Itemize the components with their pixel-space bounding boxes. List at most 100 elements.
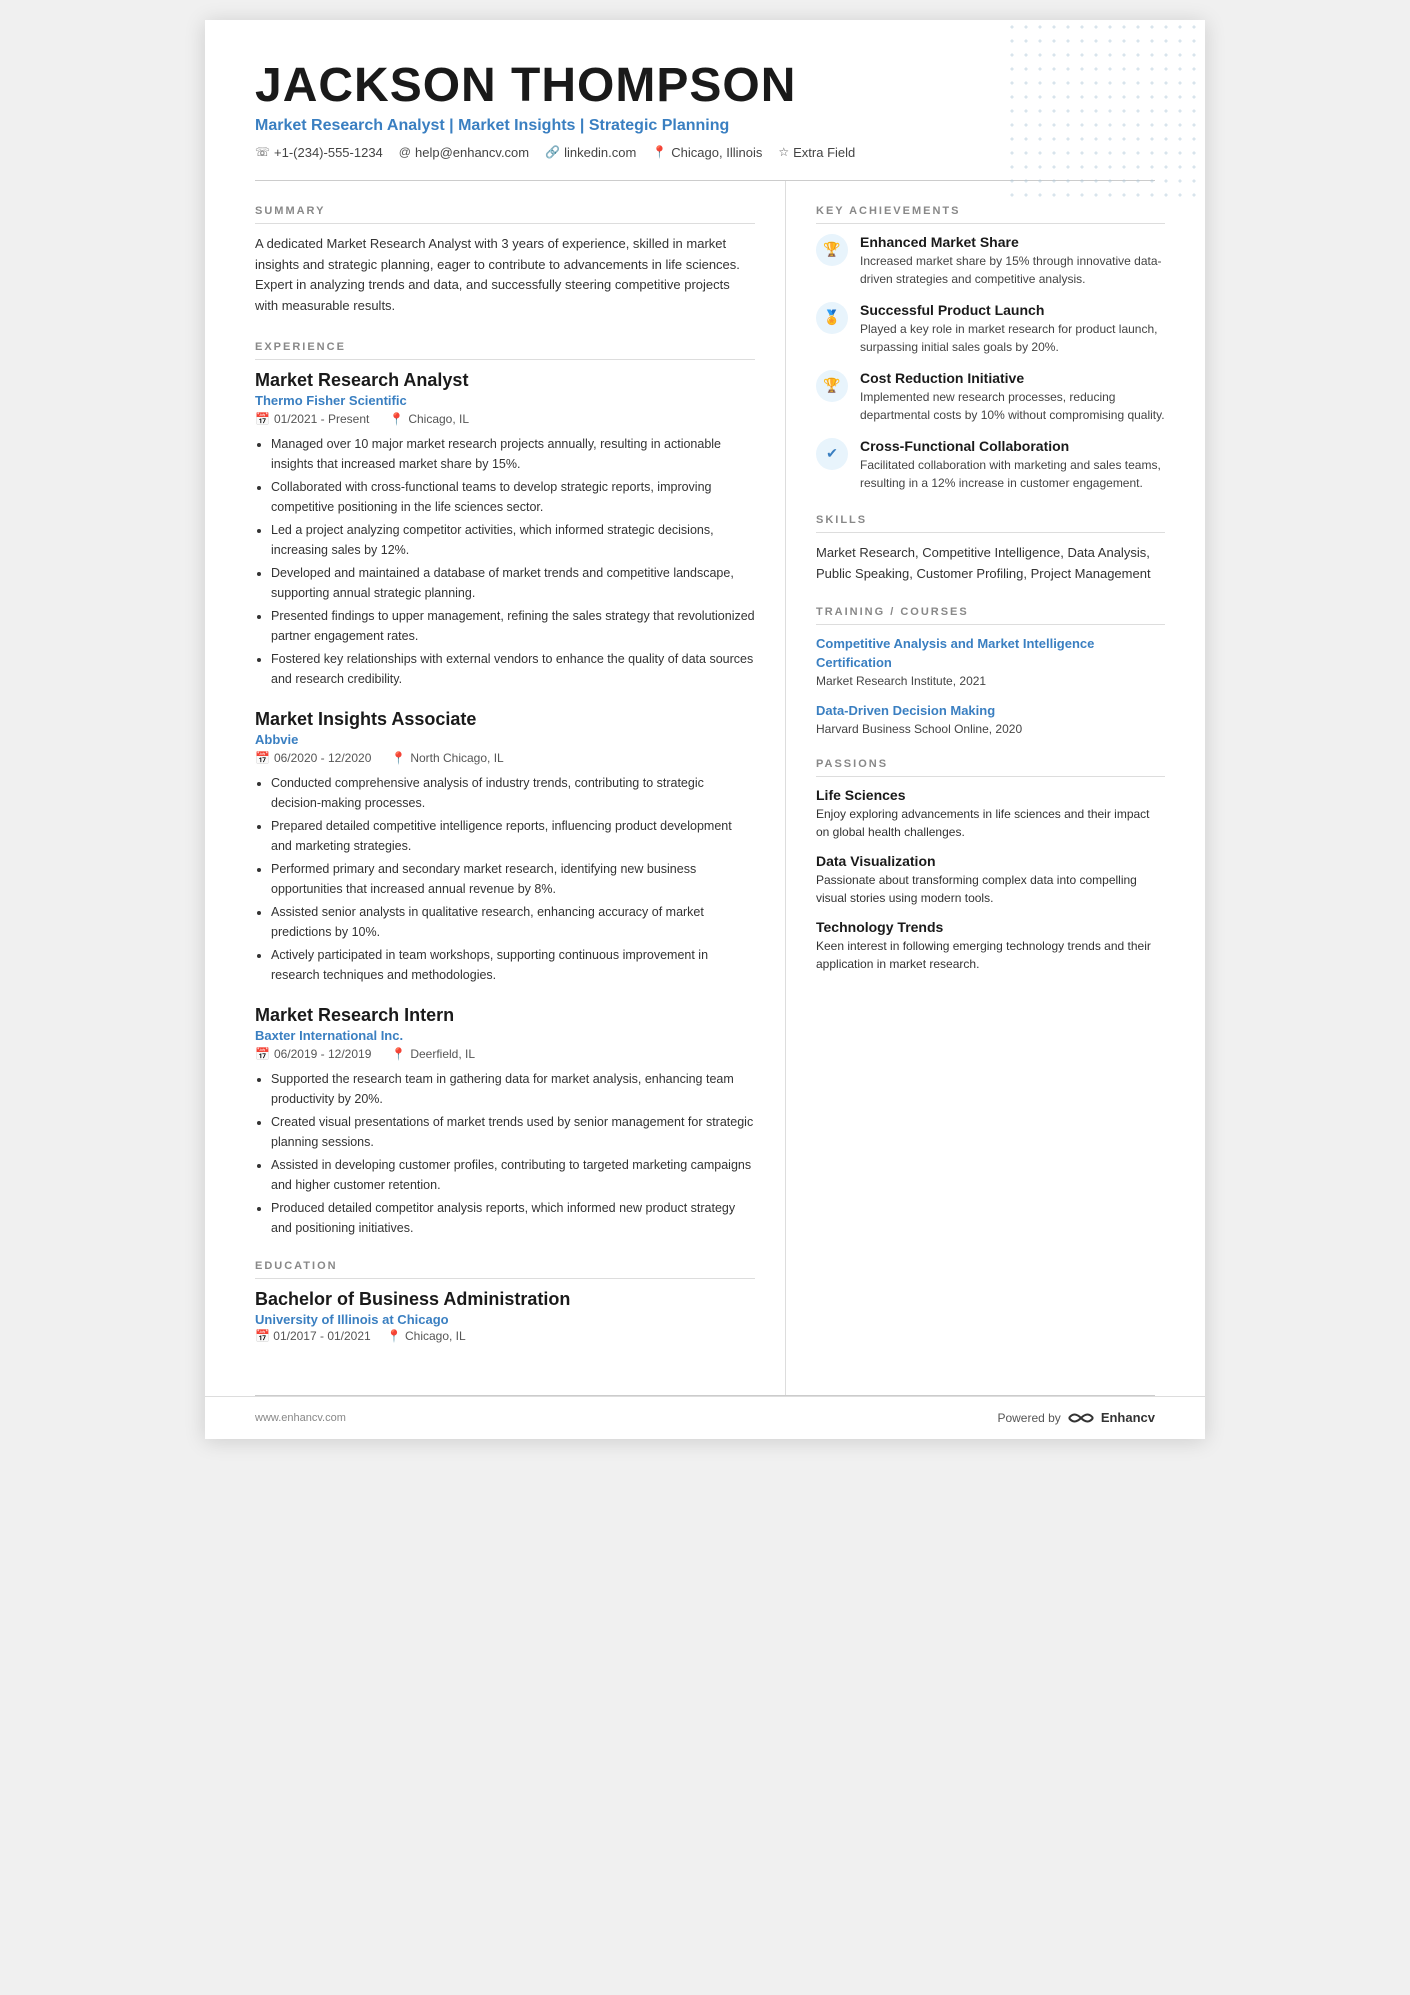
bullet-item: Conducted comprehensive analysis of indu… xyxy=(271,773,755,813)
bullet-item: Fostered key relationships with external… xyxy=(271,649,755,689)
job-location-3: 📍 Deerfield, IL xyxy=(391,1047,475,1061)
passions-label: PASSIONS xyxy=(816,758,1165,777)
contact-extra: ☆ Extra Field xyxy=(778,145,855,160)
edu-school: University of Illinois at Chicago xyxy=(255,1312,755,1327)
achievement-title-1: Enhanced Market Share xyxy=(860,234,1165,250)
bullet-item: Collaborated with cross-functional teams… xyxy=(271,477,755,517)
bullet-item: Performed primary and secondary market r… xyxy=(271,859,755,899)
bullet-item: Produced detailed competitor analysis re… xyxy=(271,1198,755,1238)
footer: www.enhancv.com Powered by Enhancv xyxy=(205,1396,1205,1439)
skills-label: SKILLS xyxy=(816,514,1165,533)
edu-date: 📅 01/2017 - 01/2021 xyxy=(255,1329,371,1343)
job-company-3: Baxter International Inc. xyxy=(255,1028,755,1043)
job-bullets-3: Supported the research team in gathering… xyxy=(255,1069,755,1238)
job-location-1: 📍 Chicago, IL xyxy=(389,412,469,426)
experience-label: EXPERIENCE xyxy=(255,341,755,360)
job-title-1: Market Research Analyst xyxy=(255,370,755,391)
skills-text: Market Research, Competitive Intelligenc… xyxy=(816,543,1165,585)
star-icon: ☆ xyxy=(778,145,789,159)
achievement-item-4: ✔ Cross-Functional Collaboration Facilit… xyxy=(816,438,1165,492)
location-icon-edu: 📍 xyxy=(387,1329,405,1343)
achievement-content-2: Successful Product Launch Played a key r… xyxy=(860,302,1165,356)
left-column: SUMMARY A dedicated Market Research Anal… xyxy=(205,181,785,1395)
job-bullets-1: Managed over 10 major market research pr… xyxy=(255,434,755,689)
training-sub-2: Harvard Business School Online, 2020 xyxy=(816,722,1165,736)
achievement-content-3: Cost Reduction Initiative Implemented ne… xyxy=(860,370,1165,424)
achievement-content-1: Enhanced Market Share Increased market s… xyxy=(860,234,1165,288)
job-company-1: Thermo Fisher Scientific xyxy=(255,393,755,408)
bullet-item: Prepared detailed competitive intelligen… xyxy=(271,816,755,856)
achievement-title-2: Successful Product Launch xyxy=(860,302,1165,318)
candidate-subtitle: Market Research Analyst | Market Insight… xyxy=(255,117,1155,135)
calendar-icon-3: 📅 xyxy=(255,1047,270,1061)
job-entry-1: Market Research Analyst Thermo Fisher Sc… xyxy=(255,370,755,689)
training-title-2: Data-Driven Decision Making xyxy=(816,702,1165,720)
calendar-icon-edu: 📅 xyxy=(255,1329,273,1343)
summary-label: SUMMARY xyxy=(255,205,755,224)
training-label: TRAINING / COURSES xyxy=(816,606,1165,625)
achievement-desc-4: Facilitated collaboration with marketing… xyxy=(860,456,1165,492)
passion-desc-1: Enjoy exploring advancements in life sci… xyxy=(816,805,1165,841)
summary-text: A dedicated Market Research Analyst with… xyxy=(255,234,755,317)
training-sub-1: Market Research Institute, 2021 xyxy=(816,674,1165,688)
resume-document: JACKSON THOMPSON Market Research Analyst… xyxy=(205,20,1205,1439)
job-company-2: Abbvie xyxy=(255,732,755,747)
edu-meta: 📅 01/2017 - 01/2021 📍 Chicago, IL xyxy=(255,1329,755,1343)
education-section: EDUCATION Bachelor of Business Administr… xyxy=(255,1260,755,1343)
calendar-icon-2: 📅 xyxy=(255,751,270,765)
job-title-2: Market Insights Associate xyxy=(255,709,755,730)
job-date-2: 📅 06/2020 - 12/2020 xyxy=(255,751,371,765)
achievement-desc-2: Played a key role in market research for… xyxy=(860,320,1165,356)
right-column: KEY ACHIEVEMENTS 🏆 Enhanced Market Share… xyxy=(785,181,1205,1395)
job-date-1: 📅 01/2021 - Present xyxy=(255,412,369,426)
passion-desc-2: Passionate about transforming complex da… xyxy=(816,871,1165,907)
location-icon-1: 📍 xyxy=(389,412,404,426)
phone-icon: ☏ xyxy=(255,145,270,159)
enhancv-logo-icon xyxy=(1067,1409,1095,1427)
job-date-3: 📅 06/2019 - 12/2019 xyxy=(255,1047,371,1061)
bullet-item: Supported the research team in gathering… xyxy=(271,1069,755,1109)
training-title-1: Competitive Analysis and Market Intellig… xyxy=(816,635,1165,671)
bullet-item: Created visual presentations of market t… xyxy=(271,1112,755,1152)
achievement-icon-4: ✔ xyxy=(816,438,848,470)
achievement-desc-1: Increased market share by 15% through in… xyxy=(860,252,1165,288)
achievement-item-1: 🏆 Enhanced Market Share Increased market… xyxy=(816,234,1165,288)
education-entry: Bachelor of Business Administration Univ… xyxy=(255,1289,755,1343)
bullet-item: Assisted in developing customer profiles… xyxy=(271,1155,755,1195)
summary-section: SUMMARY A dedicated Market Research Anal… xyxy=(255,205,755,317)
experience-section: EXPERIENCE Market Research Analyst Therm… xyxy=(255,341,755,1238)
passion-title-2: Data Visualization xyxy=(816,853,1165,869)
achievement-icon-1: 🏆 xyxy=(816,234,848,266)
bullet-item: Led a project analyzing competitor activ… xyxy=(271,520,755,560)
contact-linkedin: 🔗 linkedin.com xyxy=(545,145,636,160)
training-section: TRAINING / COURSES Competitive Analysis … xyxy=(816,606,1165,736)
passion-item-1: Life Sciences Enjoy exploring advancemen… xyxy=(816,787,1165,841)
education-label: EDUCATION xyxy=(255,1260,755,1279)
achievement-title-4: Cross-Functional Collaboration xyxy=(860,438,1165,454)
candidate-name: JACKSON THOMPSON xyxy=(255,60,1155,113)
powered-by-text: Powered by xyxy=(997,1411,1060,1425)
achievement-icon-3: 🏆 xyxy=(816,370,848,402)
job-meta-1: 📅 01/2021 - Present 📍 Chicago, IL xyxy=(255,412,755,426)
email-icon: @ xyxy=(399,145,411,159)
job-meta-2: 📅 06/2020 - 12/2020 📍 North Chicago, IL xyxy=(255,751,755,765)
achievement-item-3: 🏆 Cost Reduction Initiative Implemented … xyxy=(816,370,1165,424)
bullet-item: Developed and maintained a database of m… xyxy=(271,563,755,603)
job-bullets-2: Conducted comprehensive analysis of indu… xyxy=(255,773,755,985)
contact-email: @ help@enhancv.com xyxy=(399,145,529,160)
location-icon-2: 📍 xyxy=(391,751,406,765)
job-title-3: Market Research Intern xyxy=(255,1005,755,1026)
achievements-label: KEY ACHIEVEMENTS xyxy=(816,205,1165,224)
footer-brand: Powered by Enhancv xyxy=(997,1409,1155,1427)
bullet-item: Presented findings to upper management, … xyxy=(271,606,755,646)
passion-title-3: Technology Trends xyxy=(816,919,1165,935)
passion-item-2: Data Visualization Passionate about tran… xyxy=(816,853,1165,907)
linkedin-icon: 🔗 xyxy=(545,145,560,159)
skills-section: SKILLS Market Research, Competitive Inte… xyxy=(816,514,1165,585)
header-section: JACKSON THOMPSON Market Research Analyst… xyxy=(205,20,1205,180)
achievement-title-3: Cost Reduction Initiative xyxy=(860,370,1165,386)
footer-url: www.enhancv.com xyxy=(255,1412,346,1424)
contact-phone: ☏ +1-(234)-555-1234 xyxy=(255,145,383,160)
location-icon: 📍 xyxy=(652,145,667,159)
achievement-item-2: 🏅 Successful Product Launch Played a key… xyxy=(816,302,1165,356)
